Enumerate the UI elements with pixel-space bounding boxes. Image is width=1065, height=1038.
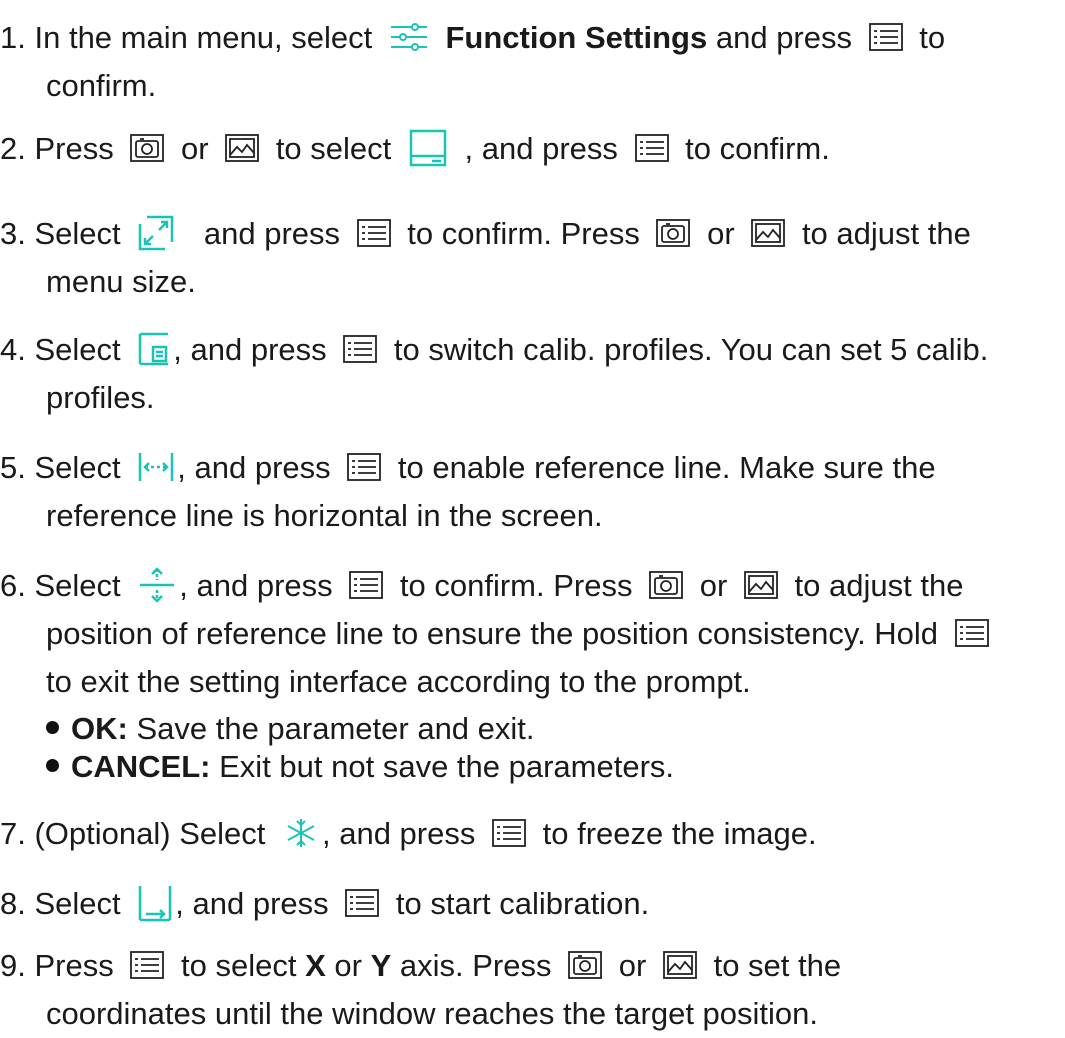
step-7: 7. (Optional) Select , and press to free… xyxy=(0,816,817,851)
gallery-button-icon xyxy=(744,570,778,599)
step-3: 3. Select and press to confirm. Press or… xyxy=(0,210,1055,306)
menu-button-icon xyxy=(347,452,382,481)
line-position-icon xyxy=(137,565,177,605)
gallery-button-icon xyxy=(225,133,260,162)
start-calibration-icon xyxy=(137,883,173,923)
step-8: 8. Select , and press to start calibrati… xyxy=(0,880,1055,928)
step-5: 5. Select , and press to enable referenc… xyxy=(0,450,936,533)
step-1: 1. In the main menu, select Function Set… xyxy=(0,20,946,103)
camera-button-icon xyxy=(568,950,603,979)
sliders-icon xyxy=(389,21,429,53)
step-number: 3. xyxy=(0,216,26,251)
menu-button-icon xyxy=(868,22,903,51)
step-number: 9. xyxy=(0,948,26,983)
y-axis-label: Y xyxy=(370,948,392,983)
function-settings-label: Function Settings xyxy=(445,20,708,55)
menu-button-icon xyxy=(343,334,378,363)
step-number: 1. xyxy=(0,20,26,55)
reference-line-icon xyxy=(137,450,175,484)
bullet-cancel: CANCEL: Exit but not save the parameters… xyxy=(46,748,674,786)
gallery-button-icon xyxy=(663,950,697,979)
x-axis-label: X xyxy=(305,948,326,983)
step-4: 4. Select , and press to switch calib. p… xyxy=(0,331,989,415)
step-2: 2. Press or to select , and press to con… xyxy=(0,125,1055,173)
step-number: 5. xyxy=(0,450,26,485)
menu-button-icon xyxy=(345,888,380,917)
menu-button-icon xyxy=(356,218,391,247)
bullet-dot xyxy=(46,721,59,735)
display-calibration-icon xyxy=(408,128,448,168)
gallery-button-icon xyxy=(751,218,786,247)
menu-button-icon xyxy=(492,818,526,847)
bullet-ok: OK: Save the parameter and exit. xyxy=(46,710,674,748)
menu-size-icon xyxy=(137,214,175,252)
menu-button-icon xyxy=(130,950,165,979)
step-number: 6. xyxy=(0,568,26,603)
bullet-dot xyxy=(46,759,59,773)
step-number: 7. xyxy=(0,816,26,851)
calib-profile-icon xyxy=(137,331,171,367)
freeze-icon xyxy=(282,816,320,850)
step-number: 8. xyxy=(0,886,26,921)
menu-button-icon xyxy=(349,570,384,599)
menu-button-icon xyxy=(954,618,989,647)
camera-button-icon xyxy=(130,133,165,162)
camera-button-icon xyxy=(656,218,691,247)
step-number: 4. xyxy=(0,332,26,367)
camera-button-icon xyxy=(649,570,683,599)
bullet-list: OK: Save the parameter and exit. CANCEL:… xyxy=(46,710,674,786)
menu-button-icon xyxy=(634,133,669,162)
step-9: 9. Press to select X or Y axis. Press or… xyxy=(0,948,842,1031)
step-6: 6. Select , and press to confirm. Press … xyxy=(0,562,1055,706)
step-number: 2. xyxy=(0,131,26,166)
